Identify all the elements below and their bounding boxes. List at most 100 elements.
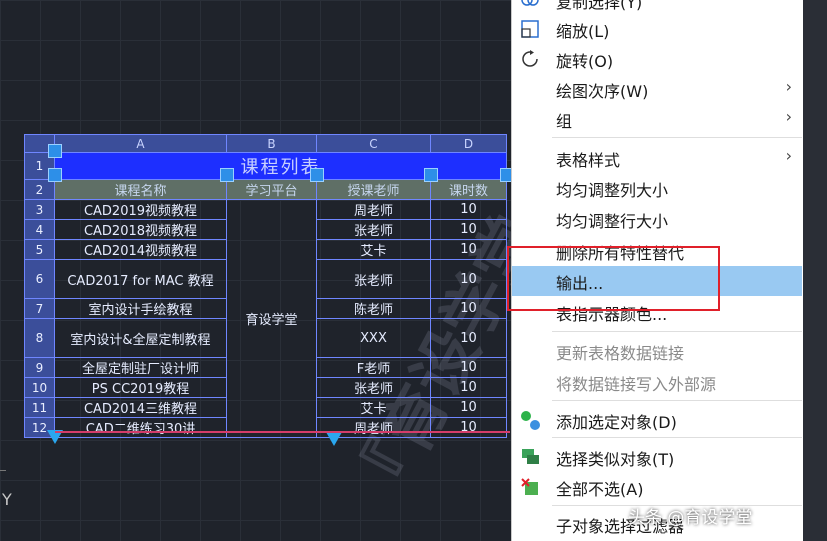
row-number[interactable]: 2 — [24, 179, 55, 200]
menu-item-write-data-link: 将数据链接写入外部源 — [512, 367, 802, 397]
cell-hours[interactable]: 10 — [430, 397, 507, 418]
menu-item-label: 均匀调整行大小 — [556, 212, 669, 231]
cell-teacher[interactable]: 陈老师 — [316, 298, 431, 319]
col-header-b[interactable]: B — [226, 134, 317, 153]
header-platform[interactable]: 学习平台 — [226, 179, 317, 200]
col-header-c[interactable]: C — [316, 134, 431, 153]
canvas-right-edge — [803, 0, 827, 541]
header-teacher[interactable]: 授课老师 — [316, 179, 431, 200]
cell-teacher[interactable]: 艾卡 — [316, 397, 431, 418]
cell-teacher[interactable]: XXX — [316, 318, 431, 358]
menu-item-copy-select[interactable]: 复制选择(Y) — [512, 0, 802, 15]
menu-separator — [552, 331, 802, 332]
row-number[interactable]: 3 — [24, 199, 55, 220]
table-width-grip-icon[interactable] — [326, 432, 342, 446]
cell-course-name[interactable]: 室内设计&全屋定制教程 — [54, 318, 227, 358]
table-grip-handle[interactable] — [48, 168, 62, 182]
cell-teacher[interactable]: 张老师 — [316, 259, 431, 299]
header-row: 2 课程名称 学习平台 授课老师 课时数 — [24, 179, 507, 200]
menu-item-label: 绘图次序(W) — [556, 82, 649, 101]
cell-platform[interactable]: 育设学堂 — [226, 199, 317, 438]
cell-hours[interactable]: 10 — [430, 219, 507, 240]
cell-course-name[interactable]: 全屋定制驻厂设计师 — [54, 357, 227, 378]
menu-item-rotate[interactable]: 旋转(O) — [512, 44, 802, 74]
table-grip-handle[interactable] — [424, 168, 438, 182]
add-selected-icon — [520, 410, 540, 430]
menu-item-label: 更新表格数据链接 — [556, 344, 685, 363]
menu-item-draw-order[interactable]: 绘图次序(W) › — [512, 74, 802, 104]
cell-hours[interactable]: 10 — [430, 377, 507, 398]
chevron-right-icon: › — [785, 77, 792, 96]
axis-tick — [0, 470, 6, 471]
menu-item-label: 选择类似对象(T) — [556, 450, 675, 469]
cell-teacher[interactable]: 周老师 — [316, 199, 431, 220]
row-number[interactable]: 10 — [24, 377, 55, 398]
cell-hours[interactable]: 10 — [430, 199, 507, 220]
copy-select-icon — [520, 0, 540, 10]
cell-hours[interactable]: 10 — [430, 298, 507, 319]
menu-item-label: 添加选定对象(D) — [556, 413, 677, 432]
table-grip-handle[interactable] — [220, 168, 234, 182]
select-similar-icon — [520, 447, 540, 467]
menu-item-label: 全部不选(A) — [556, 480, 644, 499]
ucs-y-axis-label: Y — [2, 490, 12, 509]
scale-icon — [520, 19, 540, 39]
chevron-right-icon: › — [785, 107, 792, 126]
row-number[interactable]: 4 — [24, 219, 55, 240]
highlight-annotation-box — [507, 246, 720, 311]
cell-hours[interactable]: 10 — [430, 417, 507, 438]
chevron-right-icon: › — [785, 146, 792, 165]
rotate-icon — [520, 49, 540, 69]
cell-course-name[interactable]: CAD2019视频教程 — [54, 199, 227, 220]
row-number[interactable]: 9 — [24, 357, 55, 378]
row-number[interactable]: 7 — [24, 298, 55, 319]
row-number[interactable]: 5 — [24, 239, 55, 260]
menu-item-label: 旋转(O) — [556, 52, 614, 71]
menu-item-add-selected[interactable]: 添加选定对象(D) — [512, 405, 802, 435]
cell-teacher[interactable]: F老师 — [316, 357, 431, 378]
col-header-d[interactable]: D — [430, 134, 507, 153]
menu-item-scale[interactable]: 缩放(L) — [512, 14, 802, 44]
row-number[interactable]: 6 — [24, 259, 55, 299]
menu-item-label: 均匀调整列大小 — [556, 181, 669, 200]
menu-item-label: 缩放(L) — [556, 22, 610, 41]
cell-course-name[interactable]: CAD二维练习30讲 — [54, 417, 227, 438]
menu-separator — [552, 137, 802, 138]
menu-item-label: 复制选择(Y) — [556, 0, 643, 12]
row-number[interactable]: 11 — [24, 397, 55, 418]
menu-separator — [552, 400, 802, 401]
cell-hours[interactable]: 10 — [430, 318, 507, 358]
menu-item-table-style[interactable]: 表格样式 › — [512, 143, 802, 173]
menu-item-select-similar[interactable]: 选择类似对象(T) — [512, 442, 802, 472]
cell-hours[interactable]: 10 — [430, 259, 507, 299]
menu-separator — [552, 437, 802, 438]
col-header-a[interactable]: A — [54, 134, 227, 153]
cell-hours[interactable]: 10 — [430, 357, 507, 378]
menu-item-label: 表格样式 — [556, 151, 621, 170]
menu-item-label: 将数据链接写入外部源 — [556, 375, 717, 394]
cell-teacher[interactable]: 张老师 — [316, 219, 431, 240]
menu-item-equalize-columns[interactable]: 均匀调整列大小 — [512, 173, 802, 203]
cell-course-name[interactable]: CAD2017 for MAC 教程 — [54, 259, 227, 299]
menu-item-equalize-rows[interactable]: 均匀调整行大小 — [512, 204, 802, 234]
cell-course-name[interactable]: 室内设计手绘教程 — [54, 298, 227, 319]
cell-course-name[interactable]: CAD2014视频教程 — [54, 239, 227, 260]
table-bottom-highlight-line — [55, 431, 510, 433]
cell-course-name[interactable]: PS CC2019教程 — [54, 377, 227, 398]
cell-hours[interactable]: 10 — [430, 239, 507, 260]
cell-teacher[interactable]: 张老师 — [316, 377, 431, 398]
header-hours[interactable]: 课时数 — [430, 179, 507, 200]
cell-teacher[interactable]: 艾卡 — [316, 239, 431, 260]
cell-course-name[interactable]: CAD2018视频教程 — [54, 219, 227, 240]
table-grip-handle[interactable] — [310, 168, 324, 182]
menu-item-group[interactable]: 组 › — [512, 104, 802, 134]
menu-item-deselect-all[interactable]: 全部不选(A) — [512, 472, 802, 502]
table-row: 3 CAD2019视频教程 育设学堂 周老师 10 — [24, 199, 507, 438]
column-header-row: A B C D — [24, 134, 507, 153]
table-title[interactable]: 课程列表 — [54, 152, 507, 180]
table-grip-handle[interactable] — [48, 144, 62, 158]
cell-course-name[interactable]: CAD2014三维教程 — [54, 397, 227, 418]
header-course-name[interactable]: 课程名称 — [54, 179, 227, 200]
row-number[interactable]: 8 — [24, 318, 55, 358]
credit-watermark: 头条 @育设学堂 — [628, 508, 753, 528]
